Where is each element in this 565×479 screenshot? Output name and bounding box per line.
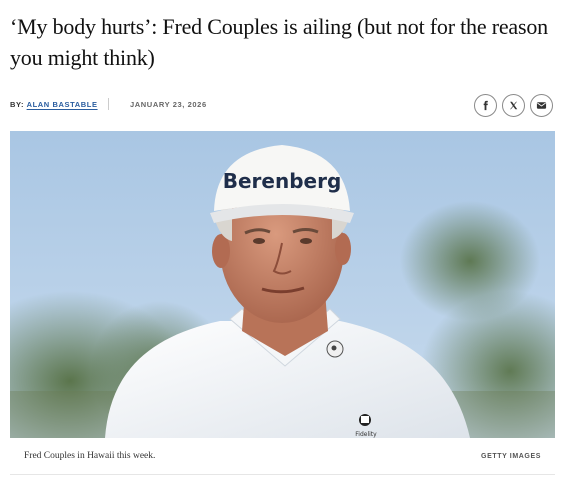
cap-logo: Berenberg [223, 169, 342, 193]
article-hero-photo: Berenberg Fidelity [10, 131, 555, 438]
share-facebook-button[interactable] [474, 94, 497, 117]
article-headline: ‘My body hurts’: Fred Couples is ailing … [10, 14, 548, 70]
shirt-logo: Fidelity [355, 431, 377, 438]
photo-credit: GETTY IMAGES [481, 453, 541, 460]
author-link[interactable]: ALAN BASTABLE [27, 100, 98, 109]
byline-row: BY: ALAN BASTABLE JANUARY 23, 2026 [10, 94, 555, 118]
share-x-button[interactable] [502, 94, 525, 117]
byline-divider [108, 98, 109, 110]
email-icon [536, 102, 547, 109]
x-icon [510, 101, 518, 110]
golfer-photo-illustration: Berenberg Fidelity [10, 131, 555, 438]
photo-caption: Fred Couples in Hawaii this week. [24, 451, 156, 461]
byline: BY: ALAN BASTABLE [10, 100, 98, 109]
caption-divider [10, 474, 555, 475]
facebook-icon [483, 100, 488, 111]
share-email-button[interactable] [530, 94, 553, 117]
byline-prefix: BY: [10, 100, 25, 109]
publish-date: JANUARY 23, 2026 [130, 100, 207, 109]
